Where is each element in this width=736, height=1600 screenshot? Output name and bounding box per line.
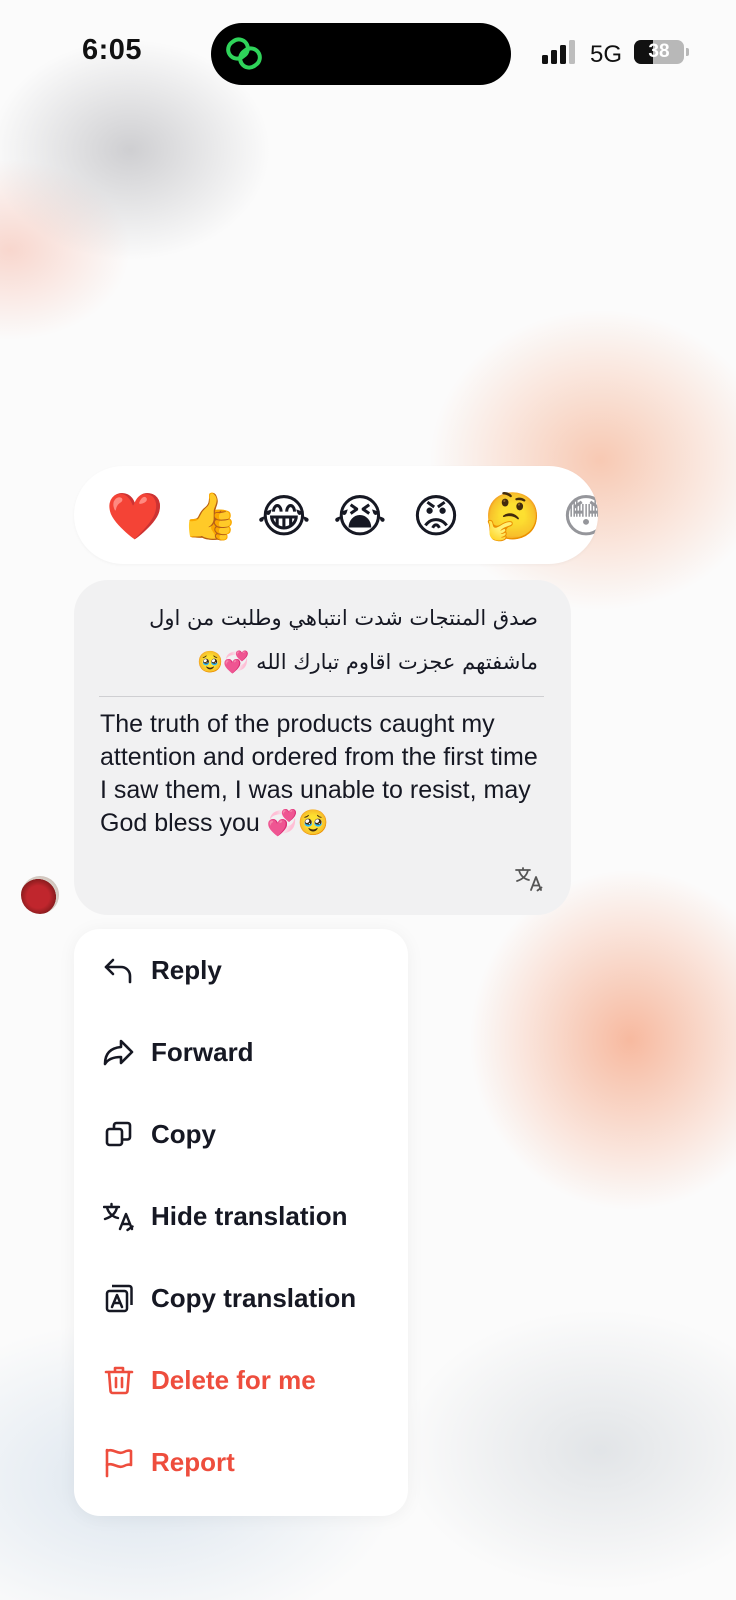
reply-icon xyxy=(104,958,132,984)
menu-item-label: Reply xyxy=(151,955,222,985)
menu-item-report[interactable]: Report xyxy=(74,1421,408,1503)
translate-icon[interactable] xyxy=(515,866,545,892)
reaction-thumbs-up[interactable]: 👍 xyxy=(181,488,238,544)
reaction-bar: ❤️ 👍 😂 😭 😡 🤔 😳 xyxy=(74,466,598,564)
battery-level: 38 xyxy=(648,41,670,62)
message-original-line: ماشفتهم عجزت اقاوم تبارك الله 💞🥹 xyxy=(197,650,538,674)
linked-rings-icon xyxy=(226,37,262,70)
status-time: 6:05 xyxy=(82,34,143,66)
reaction-flushed[interactable]: 😳 xyxy=(558,488,598,544)
message-bubble[interactable]: صدق المنتجات شدت انتباهي وطلبت من اول ما… xyxy=(74,580,571,915)
menu-item-label: Copy translation xyxy=(151,1283,357,1313)
reaction-thinking[interactable]: 🤔 xyxy=(484,488,541,544)
menu-item-delete-for-me[interactable]: Delete for me xyxy=(74,1339,408,1421)
reaction-tears-of-joy[interactable]: 😂 xyxy=(256,488,312,544)
reaction-loudly-crying[interactable]: 😭 xyxy=(332,488,388,544)
menu-item-label: Hide translation xyxy=(151,1201,348,1231)
menu-item-copy-translation[interactable]: Copy translation xyxy=(74,1257,408,1339)
dynamic-island xyxy=(211,23,511,85)
flag-icon xyxy=(105,1448,133,1478)
copy-icon xyxy=(105,1121,132,1147)
menu-item-label: Copy xyxy=(151,1119,216,1149)
network-type: 5G xyxy=(590,41,623,68)
menu-item-label: Forward xyxy=(151,1037,254,1067)
translation-divider xyxy=(99,696,544,697)
menu-item-hide-translation[interactable]: Hide translation xyxy=(74,1175,408,1257)
reaction-angry[interactable]: 😡 xyxy=(408,488,464,544)
message-original-line: صدق المنتجات شدت انتباهي وطلبت من اول xyxy=(149,606,538,630)
reaction-heart[interactable]: ❤️ xyxy=(106,488,163,544)
message-original-text: صدق المنتجات شدت انتباهي وطلبت من اول ما… xyxy=(98,596,538,684)
forward-icon xyxy=(103,1039,134,1066)
translate-icon xyxy=(103,1202,134,1232)
message-translation-text: The truth of the products caught my atte… xyxy=(100,710,538,837)
message-context-menu: Reply Forward Copy Hide translation Copy… xyxy=(74,929,408,1516)
signal-icon xyxy=(542,40,575,64)
menu-item-forward[interactable]: Forward xyxy=(74,1011,408,1093)
avatar[interactable] xyxy=(21,876,59,914)
battery-tip xyxy=(686,48,689,56)
menu-item-copy[interactable]: Copy xyxy=(74,1093,408,1175)
menu-item-label: Delete for me xyxy=(151,1365,316,1395)
copy-translation-icon xyxy=(105,1284,133,1313)
menu-item-reply[interactable]: Reply xyxy=(74,929,408,1011)
menu-item-label: Report xyxy=(151,1447,235,1477)
trash-icon xyxy=(104,1366,134,1395)
battery-icon: 38 xyxy=(634,40,684,64)
